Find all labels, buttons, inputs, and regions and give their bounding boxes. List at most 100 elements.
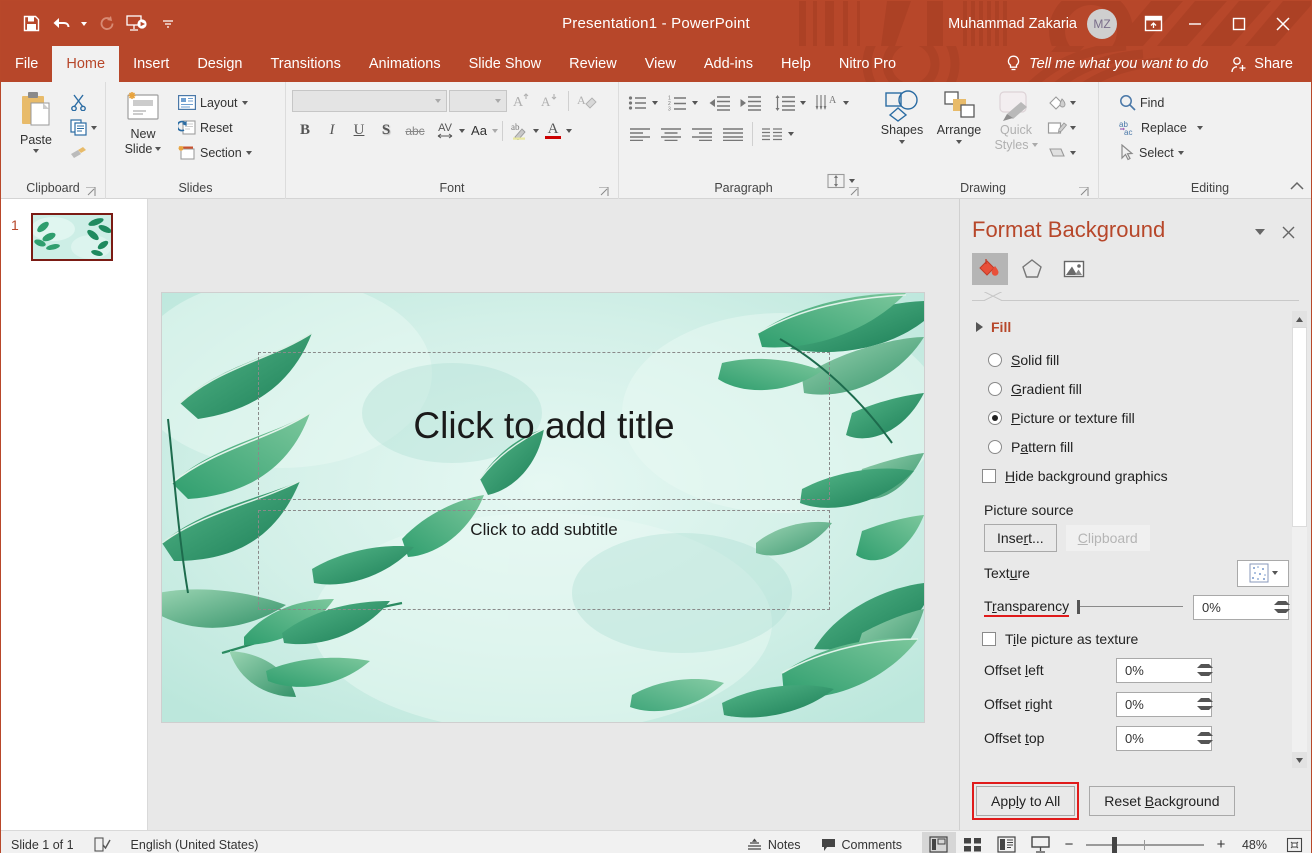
text-highlight-dropdown-icon[interactable]	[533, 129, 539, 133]
bullets-dropdown-icon[interactable]	[652, 101, 658, 105]
insert-picture-button[interactable]: Insert...	[984, 524, 1057, 552]
user-name[interactable]: Muhammad Zakaria	[948, 16, 1077, 32]
clipboard-dialog-launcher[interactable]	[85, 186, 97, 198]
panel-scroll-down-icon[interactable]	[1292, 752, 1307, 768]
font-color-button[interactable]: A	[540, 118, 566, 143]
reset-button[interactable]: Reset	[174, 115, 256, 140]
bullets-button[interactable]	[625, 90, 651, 115]
offset-left-up-icon[interactable]	[1197, 664, 1213, 668]
font-size-dropdown-icon[interactable]	[495, 99, 501, 103]
reset-background-button[interactable]: Reset Background	[1089, 786, 1234, 816]
notes-button[interactable]: Notes	[737, 838, 811, 852]
shape-fill-button[interactable]	[1044, 90, 1070, 115]
section-dropdown-icon[interactable]	[246, 151, 252, 155]
shape-outline-dropdown-icon[interactable]	[1070, 126, 1076, 130]
italic-button[interactable]: I	[319, 118, 345, 143]
offset-right-down-icon[interactable]	[1197, 706, 1213, 710]
shapes-dropdown-icon[interactable]	[899, 140, 905, 144]
offset-top-up-icon[interactable]	[1197, 732, 1213, 736]
center-button[interactable]	[656, 121, 686, 146]
offset-left-spinner[interactable]: 0%	[1116, 658, 1212, 683]
slide-sorter-icon[interactable]	[956, 832, 990, 853]
decrease-font-size-button[interactable]: A	[537, 88, 563, 113]
offset-left-down-icon[interactable]	[1197, 672, 1213, 676]
minimize-button[interactable]	[1173, 1, 1217, 46]
zoom-level[interactable]: 48%	[1232, 838, 1277, 852]
slide-show-icon[interactable]	[1024, 832, 1058, 853]
select-dropdown-icon[interactable]	[1178, 151, 1184, 155]
transparency-spinner[interactable]: 0%	[1193, 595, 1289, 620]
radio-pattern-fill[interactable]: Pattern fill	[972, 432, 1289, 461]
layout-button[interactable]: Layout	[174, 90, 256, 115]
quick-styles-dropdown-icon[interactable]	[1032, 143, 1038, 147]
transparency-down-icon[interactable]	[1274, 609, 1290, 613]
title-placeholder[interactable]: Click to add title	[258, 352, 830, 500]
character-spacing-dropdown-icon[interactable]	[459, 129, 465, 133]
shape-outline-button[interactable]	[1044, 115, 1070, 140]
text-direction-button[interactable]: A	[813, 90, 843, 115]
tab-insert[interactable]: Insert	[119, 46, 183, 82]
effects-icon[interactable]	[1014, 253, 1050, 285]
share-button[interactable]: Share	[1220, 56, 1303, 73]
offset-top-spinner[interactable]: 0%	[1116, 726, 1212, 751]
clear-formatting-button[interactable]: A	[574, 88, 600, 113]
fit-slide-icon[interactable]	[1277, 832, 1311, 853]
panel-scrollbar[interactable]	[1292, 311, 1307, 768]
radio-solid-fill[interactable]: Solid fill	[972, 345, 1289, 374]
font-color-dropdown-icon[interactable]	[566, 129, 572, 133]
line-spacing-dropdown-icon[interactable]	[800, 101, 806, 105]
tab-animations[interactable]: Animations	[355, 46, 455, 82]
justify-button[interactable]	[718, 121, 748, 146]
slide-thumbnail-1[interactable]	[31, 213, 113, 261]
new-slide-button[interactable]: New Slide	[112, 86, 174, 156]
font-size-input[interactable]	[449, 90, 507, 112]
zoom-in-button[interactable]: +	[1210, 836, 1232, 853]
strikethrough-button[interactable]: abc	[400, 118, 430, 143]
font-dialog-launcher[interactable]	[598, 186, 610, 198]
paste-dropdown-icon[interactable]	[33, 149, 39, 153]
radio-picture-or-texture-fill[interactable]: Picture or texture fill	[972, 403, 1289, 432]
panel-options-icon[interactable]	[1249, 221, 1271, 243]
font-name-dropdown-icon[interactable]	[435, 99, 441, 103]
subtitle-placeholder[interactable]: Click to add subtitle	[258, 510, 830, 610]
texture-dropdown-icon[interactable]	[1272, 571, 1278, 575]
checkbox-tile-picture[interactable]: Tile picture as texture	[972, 624, 1289, 653]
maximize-button[interactable]	[1217, 1, 1261, 46]
shape-fill-dropdown-icon[interactable]	[1070, 101, 1076, 105]
section-button[interactable]: Section	[174, 140, 256, 165]
tab-home[interactable]: Home	[52, 46, 119, 82]
shape-effects-dropdown-icon[interactable]	[1070, 151, 1076, 155]
panel-scroll-up-icon[interactable]	[1292, 311, 1307, 327]
change-case-button[interactable]: Aa	[466, 118, 492, 143]
apply-to-all-button[interactable]: Apply to All	[976, 786, 1075, 816]
tab-review[interactable]: Review	[555, 46, 631, 82]
thumbnail-item[interactable]: 1	[1, 213, 147, 261]
fill-icon[interactable]	[972, 253, 1008, 285]
select-button[interactable]: Select	[1115, 140, 1207, 165]
numbering-dropdown-icon[interactable]	[692, 101, 698, 105]
tab-nitro-pro[interactable]: Nitro Pro	[825, 46, 910, 82]
tab-transitions[interactable]: Transitions	[256, 46, 354, 82]
underline-button[interactable]: U	[346, 118, 372, 143]
picture-icon[interactable]	[1056, 253, 1092, 285]
tell-me-search[interactable]: Tell me what you want to do	[998, 55, 1216, 73]
arrange-dropdown-icon[interactable]	[956, 140, 962, 144]
replace-dropdown-icon[interactable]	[1197, 126, 1203, 130]
transparency-up-icon[interactable]	[1274, 601, 1290, 605]
cut-button[interactable]	[65, 90, 91, 115]
character-spacing-button[interactable]: AV	[431, 118, 459, 143]
transparency-slider[interactable]	[1071, 597, 1183, 617]
offset-top-down-icon[interactable]	[1197, 740, 1213, 744]
numbering-button[interactable]: 123	[665, 90, 691, 115]
copy-dropdown-icon[interactable]	[91, 126, 97, 130]
language-indicator[interactable]: English (United States)	[121, 838, 269, 852]
reading-view-icon[interactable]	[990, 832, 1024, 853]
accessibility-checker-icon[interactable]	[84, 837, 121, 852]
copy-button[interactable]	[65, 115, 91, 140]
columns-dropdown-icon[interactable]	[788, 132, 794, 136]
align-text-button[interactable]	[823, 168, 849, 193]
panel-close-icon[interactable]	[1277, 221, 1299, 243]
arrange-button[interactable]: Arrange	[930, 86, 988, 144]
slide-count[interactable]: Slide 1 of 1	[1, 838, 84, 852]
texture-picker[interactable]	[1237, 560, 1289, 587]
